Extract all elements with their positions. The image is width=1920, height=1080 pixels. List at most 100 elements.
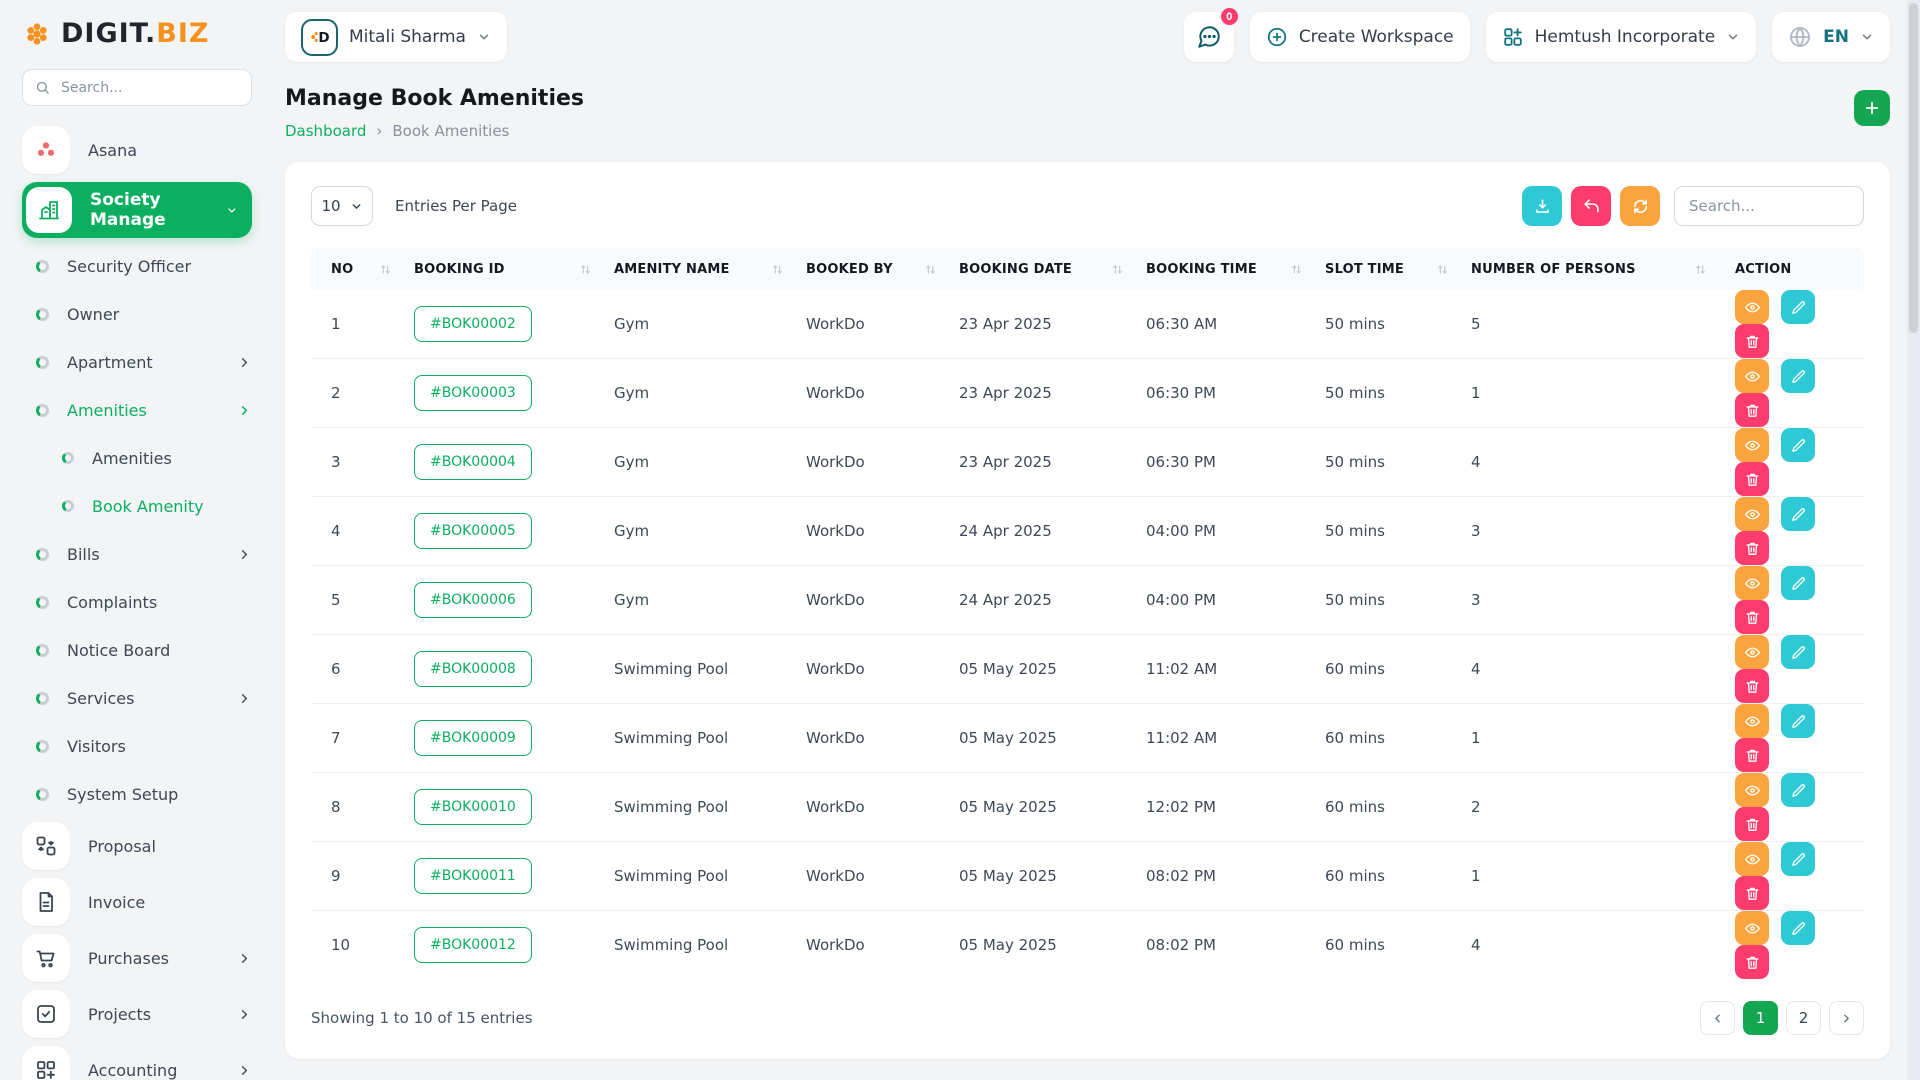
sidebar-item-notice-board[interactable]: Notice Board (22, 626, 252, 674)
booking-id-badge[interactable]: #BOK00011 (414, 858, 532, 894)
delete-button[interactable] (1735, 738, 1769, 772)
booking-id-badge[interactable]: #BOK00004 (414, 444, 532, 480)
breadcrumb-dashboard-link[interactable]: Dashboard (285, 122, 366, 140)
edit-button[interactable] (1781, 566, 1815, 600)
sidebar-item-owner[interactable]: Owner (22, 290, 252, 338)
view-button[interactable] (1735, 704, 1769, 738)
column-header-slot-time[interactable]: SLOT TIME (1317, 248, 1463, 290)
edit-button[interactable] (1781, 773, 1815, 807)
export-button[interactable] (1522, 186, 1562, 226)
view-button[interactable] (1735, 635, 1769, 669)
delete-button[interactable] (1735, 462, 1769, 496)
view-button[interactable] (1735, 428, 1769, 462)
delete-button[interactable] (1735, 393, 1769, 427)
edit-button[interactable] (1781, 911, 1815, 945)
scrollbar-thumb[interactable] (1909, 3, 1918, 333)
add-booking-button[interactable] (1854, 90, 1890, 126)
edit-button[interactable] (1781, 842, 1815, 876)
booking-id-badge[interactable]: #BOK00009 (414, 720, 532, 756)
delete-button[interactable] (1735, 324, 1769, 358)
delete-button[interactable] (1735, 669, 1769, 703)
column-header-booking-id[interactable]: BOOKING ID (406, 248, 606, 290)
sort-icon[interactable] (1694, 263, 1707, 276)
sidebar-item-complaints[interactable]: Complaints (22, 578, 252, 626)
sidebar-item-bills[interactable]: Bills (22, 530, 252, 578)
entries-per-page-select[interactable]: 10 (311, 186, 373, 226)
sort-icon[interactable] (579, 263, 592, 276)
view-button[interactable] (1735, 497, 1769, 531)
cell-no: 1 (311, 290, 406, 359)
sort-icon[interactable] (924, 263, 937, 276)
sidebar-item-projects[interactable]: Projects (22, 986, 252, 1042)
column-header-number-of-persons[interactable]: NUMBER OF PERSONS (1463, 248, 1721, 290)
sidebar-search-input[interactable] (59, 79, 239, 97)
nav-item-label: Bills (67, 545, 100, 564)
trash-icon (1744, 609, 1761, 626)
column-header-amenity-name[interactable]: AMENITY NAME (606, 248, 798, 290)
pagination-next-button[interactable] (1829, 1001, 1864, 1035)
sort-icon[interactable] (771, 263, 784, 276)
sidebar-item-security-officer[interactable]: Security Officer (22, 242, 252, 290)
sidebar-item-amenities[interactable]: Amenities (22, 386, 252, 434)
user-menu[interactable]: D Mitali Sharma (285, 12, 507, 62)
delete-button[interactable] (1735, 807, 1769, 841)
booking-id-badge[interactable]: #BOK00005 (414, 513, 532, 549)
messages-button[interactable]: 0 (1184, 12, 1234, 62)
edit-button[interactable] (1781, 497, 1815, 531)
sidebar-item-system-setup[interactable]: System Setup (22, 770, 252, 818)
sidebar-item-accounting[interactable]: Accounting (22, 1042, 252, 1080)
view-button[interactable] (1735, 290, 1769, 324)
sidebar-item-visitors[interactable]: Visitors (22, 722, 252, 770)
sidebar-item-society-manage[interactable]: Society Manage (22, 182, 252, 238)
language-selector[interactable]: EN (1772, 12, 1890, 62)
sidebar-subitem-amenities[interactable]: Amenities (22, 434, 252, 482)
sort-icon[interactable] (379, 263, 392, 276)
sidebar-search[interactable] (22, 69, 252, 106)
view-button[interactable] (1735, 566, 1769, 600)
delete-button[interactable] (1735, 876, 1769, 910)
edit-button[interactable] (1781, 704, 1815, 738)
column-header-booked-by[interactable]: BOOKED BY (798, 248, 951, 290)
sidebar-item-services[interactable]: Services (22, 674, 252, 722)
sidebar-subitem-book-amenity[interactable]: Book Amenity (22, 482, 252, 530)
delete-button[interactable] (1735, 600, 1769, 634)
view-button[interactable] (1735, 842, 1769, 876)
refresh-button[interactable] (1620, 186, 1660, 226)
create-workspace-button[interactable]: Create Workspace (1250, 12, 1470, 62)
column-header-booking-date[interactable]: BOOKING DATE (951, 248, 1138, 290)
edit-button[interactable] (1781, 290, 1815, 324)
column-header-no[interactable]: NO (311, 248, 406, 290)
pagination-prev-button[interactable] (1700, 1001, 1735, 1035)
edit-button[interactable] (1781, 359, 1815, 393)
booking-id-badge[interactable]: #BOK00003 (414, 375, 532, 411)
delete-button[interactable] (1735, 531, 1769, 565)
booking-id-badge[interactable]: #BOK00002 (414, 306, 532, 342)
booking-id-badge[interactable]: #BOK00010 (414, 789, 532, 825)
pagination-page-2[interactable]: 2 (1786, 1001, 1821, 1035)
column-header-booking-time[interactable]: BOOKING TIME (1138, 248, 1317, 290)
sidebar-item-asana[interactable]: Asana (22, 122, 252, 178)
edit-button[interactable] (1781, 428, 1815, 462)
view-button[interactable] (1735, 773, 1769, 807)
edit-button[interactable] (1781, 635, 1815, 669)
sort-icon[interactable] (1436, 263, 1449, 276)
pencil-icon (1790, 368, 1807, 385)
pagination-page-1[interactable]: 1 (1743, 1001, 1778, 1035)
workspace-selector[interactable]: Hemtush Incorporate (1486, 12, 1757, 62)
sidebar-item-apartment[interactable]: Apartment (22, 338, 252, 386)
table-search-input[interactable] (1674, 186, 1864, 226)
view-button[interactable] (1735, 359, 1769, 393)
booking-id-badge[interactable]: #BOK00012 (414, 927, 532, 963)
page-scrollbar[interactable] (1907, 0, 1920, 1080)
delete-button[interactable] (1735, 945, 1769, 979)
sort-icon[interactable] (1290, 263, 1303, 276)
sidebar-item-proposal[interactable]: Proposal (22, 818, 252, 874)
sidebar-item-invoice[interactable]: Invoice (22, 874, 252, 930)
sort-icon[interactable] (1111, 263, 1124, 276)
view-button[interactable] (1735, 911, 1769, 945)
brand-logo[interactable]: DIGIT.BIZ (22, 14, 252, 53)
booking-id-badge[interactable]: #BOK00006 (414, 582, 532, 618)
booking-id-badge[interactable]: #BOK00008 (414, 651, 532, 687)
back-button[interactable] (1571, 186, 1611, 226)
sidebar-item-purchases[interactable]: Purchases (22, 930, 252, 986)
